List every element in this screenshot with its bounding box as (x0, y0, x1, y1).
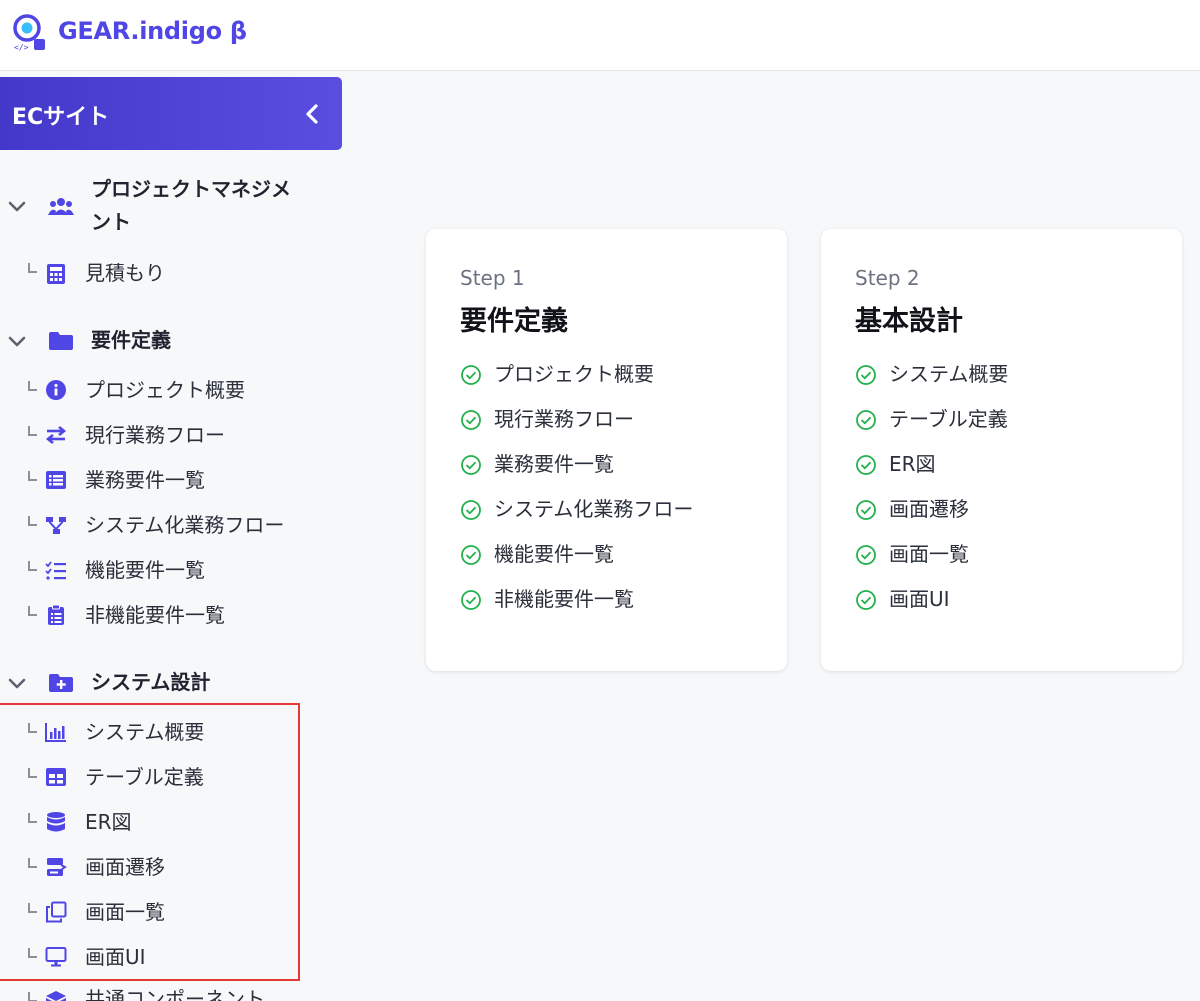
checklist-item-label: 現行業務フロー (494, 407, 634, 431)
sidebar-item-label: 画面遷移 (85, 855, 165, 879)
check-circle-icon (856, 365, 876, 385)
chevron-down-icon[interactable] (7, 331, 27, 351)
check-circle-icon (461, 455, 481, 475)
svg-text:</>: </> (14, 43, 29, 52)
checklist-item-label: 機能要件一覧 (494, 542, 614, 566)
cube-icon (46, 991, 66, 1001)
info-icon (46, 380, 66, 400)
sidebar-item-label: 現行業務フロー (85, 423, 225, 447)
tree-connector (28, 561, 37, 571)
check-circle-icon (856, 590, 876, 610)
check-circle-icon (856, 455, 876, 475)
check-circle-icon (461, 500, 481, 520)
clipboard-list-icon (48, 604, 64, 625)
checklist-item-label: プロジェクト概要 (494, 362, 654, 386)
checklist-item-label: 業務要件一覧 (494, 452, 614, 476)
tree-connector (28, 381, 37, 391)
sitemap-icon (46, 517, 66, 534)
check-circle-icon (461, 545, 481, 565)
sidebar-item-label: 見積もり (85, 261, 165, 285)
checklist-item-label: 画面遷移 (889, 497, 969, 521)
sidebar-group-label: 共通コンポーネント (85, 987, 265, 1001)
copy-icon (46, 901, 67, 923)
tree-connector (28, 992, 37, 1001)
chevron-down-icon[interactable] (7, 196, 27, 216)
check-circle-icon (856, 545, 876, 565)
app-header: </> GEAR.indigo β (0, 0, 1200, 71)
step-card-1[interactable]: Step 1 要件定義 プロジェクト概要 現行業務フロー 業務要件一覧 システム… (426, 229, 787, 671)
sidebar-item-label: 業務要件一覧 (85, 468, 205, 492)
sidebar-item-label: テーブル定義 (85, 765, 204, 789)
sidebar-item-label: プロジェクト概要 (85, 378, 245, 402)
step-label: Step 2 (855, 266, 920, 290)
tree-connector (28, 768, 37, 778)
exchange-icon (45, 425, 67, 445)
monitor-icon (45, 947, 67, 967)
check-circle-icon (856, 410, 876, 430)
tree-connector (28, 813, 37, 823)
checklist-item-label: システム化業務フロー (494, 497, 694, 521)
checklist-item-label: 画面UI (889, 587, 950, 611)
check-circle-icon (856, 500, 876, 520)
sidebar-group-label: 要件定義 (91, 328, 171, 352)
tree-connector (28, 723, 37, 733)
sidebar-item-label: 機能要件一覧 (85, 558, 205, 582)
bar-chart-icon (45, 723, 66, 742)
database-icon (47, 812, 65, 832)
tree-connector (28, 948, 37, 958)
checklist-icon (45, 561, 66, 580)
sidebar-group-label: プロジェクトマネジメ ント (91, 173, 321, 239)
checklist-item-label: 画面一覧 (889, 542, 969, 566)
chevron-left-icon (306, 104, 318, 124)
checklist-item-label: テーブル定義 (889, 407, 1008, 431)
collapse-sidebar-button[interactable] (296, 97, 330, 131)
brand-name[interactable]: GEAR.indigo β (58, 17, 247, 45)
checklist-item-label: システム概要 (889, 362, 1009, 386)
sidebar-item-label: システム概要 (85, 720, 205, 744)
sidebar-item-label: システム化業務フロー (85, 513, 285, 537)
folder-icon (49, 332, 73, 350)
screen-transition-icon (47, 858, 67, 876)
step-title: 基本設計 (855, 306, 963, 337)
checklist-item-label: ER図 (889, 452, 936, 476)
sidebar-item-label: 非機能要件一覧 (85, 603, 225, 627)
step-card-2[interactable]: Step 2 基本設計 システム概要 テーブル定義 ER図 画面遷移 画面一覧 (821, 229, 1182, 671)
step-label: Step 1 (460, 266, 525, 290)
gear-indigo-logo-icon[interactable]: </> (12, 13, 48, 53)
table-icon (46, 768, 66, 786)
check-circle-icon (461, 410, 481, 430)
check-circle-icon (461, 590, 481, 610)
users-icon (48, 198, 74, 215)
step-title: 要件定義 (460, 306, 568, 337)
chevron-down-icon[interactable] (7, 673, 27, 693)
tree-connector (28, 426, 37, 436)
check-circle-icon (461, 365, 481, 385)
tree-connector (28, 516, 37, 526)
sidebar-group-label-line-2: ント (91, 210, 131, 234)
project-title: ECサイト (12, 105, 110, 130)
sidebar-item-label: ER図 (85, 810, 132, 834)
tree-connector (28, 606, 37, 616)
tree-connector (28, 471, 37, 481)
tree-connector (28, 903, 37, 913)
tree-connector (28, 263, 37, 273)
checklist-item-label: 非機能要件一覧 (494, 587, 634, 611)
sidebar-item-label: 画面UI (85, 945, 146, 969)
sidebar-group-label: システム設計 (91, 670, 211, 694)
calculator-icon (47, 264, 65, 284)
list-icon (46, 471, 66, 489)
project-bar: ECサイト (0, 77, 342, 150)
sidebar-item-label: 画面一覧 (85, 900, 165, 924)
tree-connector (28, 858, 37, 868)
folder-plus-icon (49, 674, 73, 692)
sidebar-group-label-line-1: プロジェクトマネジメ (91, 177, 291, 201)
